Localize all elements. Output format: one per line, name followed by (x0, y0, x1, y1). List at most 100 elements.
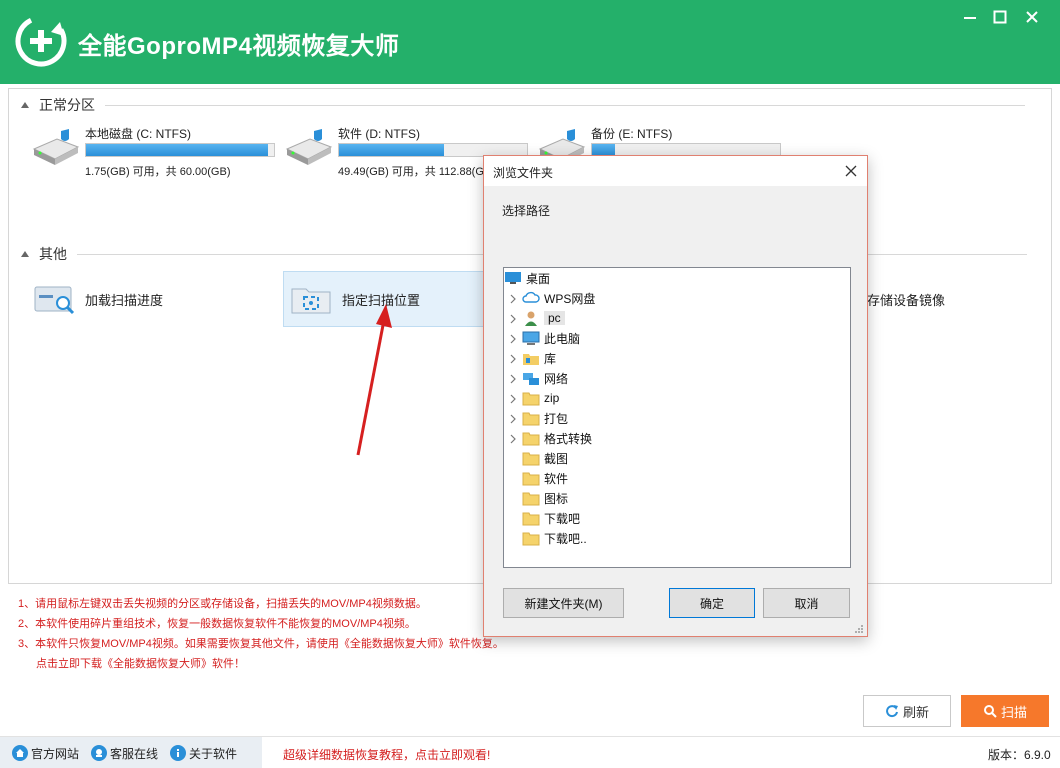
hard-drive-icon (32, 129, 80, 165)
refresh-icon (886, 705, 898, 718)
no-chevron-spacer (508, 473, 518, 483)
tree-item[interactable]: 网络 (504, 368, 850, 388)
item-label: 加载扫描进度 (85, 292, 164, 308)
tree-item-label: 网络 (544, 371, 569, 386)
expand-chevron-icon[interactable] (508, 413, 518, 424)
close-button[interactable] (1020, 6, 1044, 28)
tip-line: 2、本软件使用碎片重组技术，恢复一般数据恢复软件不能恢复的MOV/MP4视频。 (18, 618, 416, 630)
tree-item[interactable]: pc (504, 308, 850, 328)
cancel-button[interactable]: 取消 (763, 588, 850, 618)
no-chevron-spacer (508, 533, 518, 543)
section-title: 其他 (39, 246, 67, 262)
tree-item[interactable]: 图标 (504, 488, 850, 508)
collapse-icon (21, 102, 29, 108)
minimize-icon (964, 17, 976, 19)
drive-c[interactable]: 本地磁盘 (C: NTFS) 1.75(GB) 可用，共 60.00(GB) (31, 121, 276, 181)
info-icon (170, 745, 187, 761)
desktop-icon (504, 270, 522, 286)
tutorial-promo-link[interactable]: 超级详细数据恢复教程，点击立即观看! (283, 746, 490, 763)
drive-usage-fill (339, 144, 445, 156)
drive-name: 备份 (E: NTFS) (591, 127, 673, 141)
close-icon[interactable] (840, 160, 862, 182)
link-label: 关于软件 (189, 746, 238, 761)
folder-icon (522, 510, 540, 526)
drive-info: 49.49(GB) 可用，共 112.88(GB) (338, 166, 495, 178)
storage-device-image-item[interactable]: 存储设备镜像 (867, 271, 1017, 327)
customer-service-link[interactable]: 客服在线 (91, 745, 158, 762)
tree-item-label: 库 (544, 351, 557, 366)
browse-folder-dialog: 浏览文件夹 选择路径 桌面 WPS网盘 pc 此电脑库网络 zip 打包格式转换截图软件图… (483, 155, 868, 637)
link-label: 官方网站 (31, 746, 80, 761)
drive-usage-fill (86, 144, 269, 156)
expand-chevron-icon[interactable] (508, 293, 518, 304)
tree-item-label: pc (544, 311, 565, 325)
tip-line: 3、本软件只恢复MOV/MP4视频。如果需要恢复其他文件，请使用《全能数据恢复大… (18, 638, 504, 650)
tree-item-label: 截图 (544, 451, 569, 466)
drive-name: 软件 (D: NTFS) (338, 127, 420, 141)
expand-chevron-icon[interactable] (508, 433, 518, 444)
title-bar: 全能GoproMP4视频恢复大师 (0, 0, 1060, 84)
resize-grip-icon[interactable] (854, 624, 864, 634)
ok-button[interactable]: 确定 (669, 588, 755, 618)
tips-panel: 1、请用鼠标左键双击丢失视频的分区或存储设备，扫描丢失的MOV/MP4视频数据。… (18, 594, 504, 674)
maximize-button[interactable] (988, 6, 1012, 28)
collapse-icon (21, 251, 29, 257)
expand-chevron-icon[interactable] (508, 393, 518, 404)
dialog-prompt: 选择路径 (502, 204, 551, 218)
dialog-title: 浏览文件夹 (493, 166, 554, 180)
scan-label: 扫描 (1000, 704, 1027, 720)
tree-item[interactable]: 打包 (504, 408, 850, 428)
no-chevron-spacer (508, 493, 518, 503)
tree-item[interactable]: 库 (504, 348, 850, 368)
search-icon (983, 705, 997, 718)
folder-icon (522, 410, 540, 426)
tree-item[interactable]: zip (504, 388, 850, 408)
tree-item[interactable]: 截图 (504, 448, 850, 468)
tree-item-label: 此电脑 (544, 331, 581, 346)
dialog-title-bar: 浏览文件夹 (484, 156, 867, 186)
folder-tree[interactable]: 桌面 WPS网盘 pc 此电脑库网络 zip 打包格式转换截图软件图标下载吧 下载吧.. (503, 267, 851, 568)
expand-chevron-icon[interactable] (508, 373, 518, 384)
annotation-arrow-icon (356, 304, 392, 456)
scan-location-icon (291, 288, 331, 314)
official-site-link[interactable]: 官方网站 (12, 745, 79, 762)
no-chevron-spacer (508, 453, 518, 463)
load-scan-progress-item[interactable]: 加载扫描进度 (27, 271, 267, 327)
tree-item-label: WPS网盘 (544, 291, 596, 306)
hard-drive-icon (285, 129, 333, 165)
tree-item[interactable]: WPS网盘 (504, 288, 850, 308)
user-icon (522, 310, 540, 326)
new-folder-button[interactable]: 新建文件夹(M) (503, 588, 624, 618)
section-normal-partitions[interactable]: 正常分区 (21, 95, 1025, 115)
folder-icon (522, 470, 540, 486)
tip-line: 1、请用鼠标左键双击丢失视频的分区或存储设备，扫描丢失的MOV/MP4视频数据。 (18, 598, 427, 610)
version-label: 版本：6.9.0 (988, 748, 1051, 762)
support-icon (91, 745, 108, 761)
expand-chevron-icon[interactable] (508, 353, 518, 364)
tree-item[interactable]: 此电脑 (504, 328, 850, 348)
about-software-link[interactable]: 关于软件 (170, 745, 237, 762)
refresh-label: 刷新 (902, 704, 929, 720)
app-logo-icon (15, 15, 67, 67)
expand-chevron-icon[interactable] (508, 333, 518, 344)
minimize-button[interactable] (958, 6, 982, 28)
tree-item-label: 格式转换 (544, 431, 593, 446)
no-chevron-spacer (508, 513, 518, 523)
folder-icon (522, 450, 540, 466)
tree-item[interactable]: 格式转换 (504, 428, 850, 448)
tree-item-label: 图标 (544, 491, 569, 506)
download-link[interactable]: 点击立即下载《全能数据恢复大师》软件！ (18, 654, 504, 674)
refresh-button[interactable]: 刷新 (863, 695, 951, 727)
drive-name: 本地磁盘 (C: NTFS) (85, 127, 191, 141)
tree-item[interactable]: 下载吧 (504, 508, 850, 528)
cloud-icon (522, 290, 540, 306)
folder-icon (522, 490, 540, 506)
expand-chevron-icon[interactable] (508, 313, 518, 324)
status-links: 官方网站 客服在线 关于软件 (0, 737, 262, 768)
folder-icon (522, 530, 540, 546)
scan-button[interactable]: 扫描 (961, 695, 1049, 727)
tree-item[interactable]: 软件 (504, 468, 850, 488)
tree-item[interactable]: 下载吧.. (504, 528, 850, 548)
tree-item[interactable]: 桌面 (504, 268, 850, 288)
tree-item-label: 打包 (544, 411, 569, 426)
